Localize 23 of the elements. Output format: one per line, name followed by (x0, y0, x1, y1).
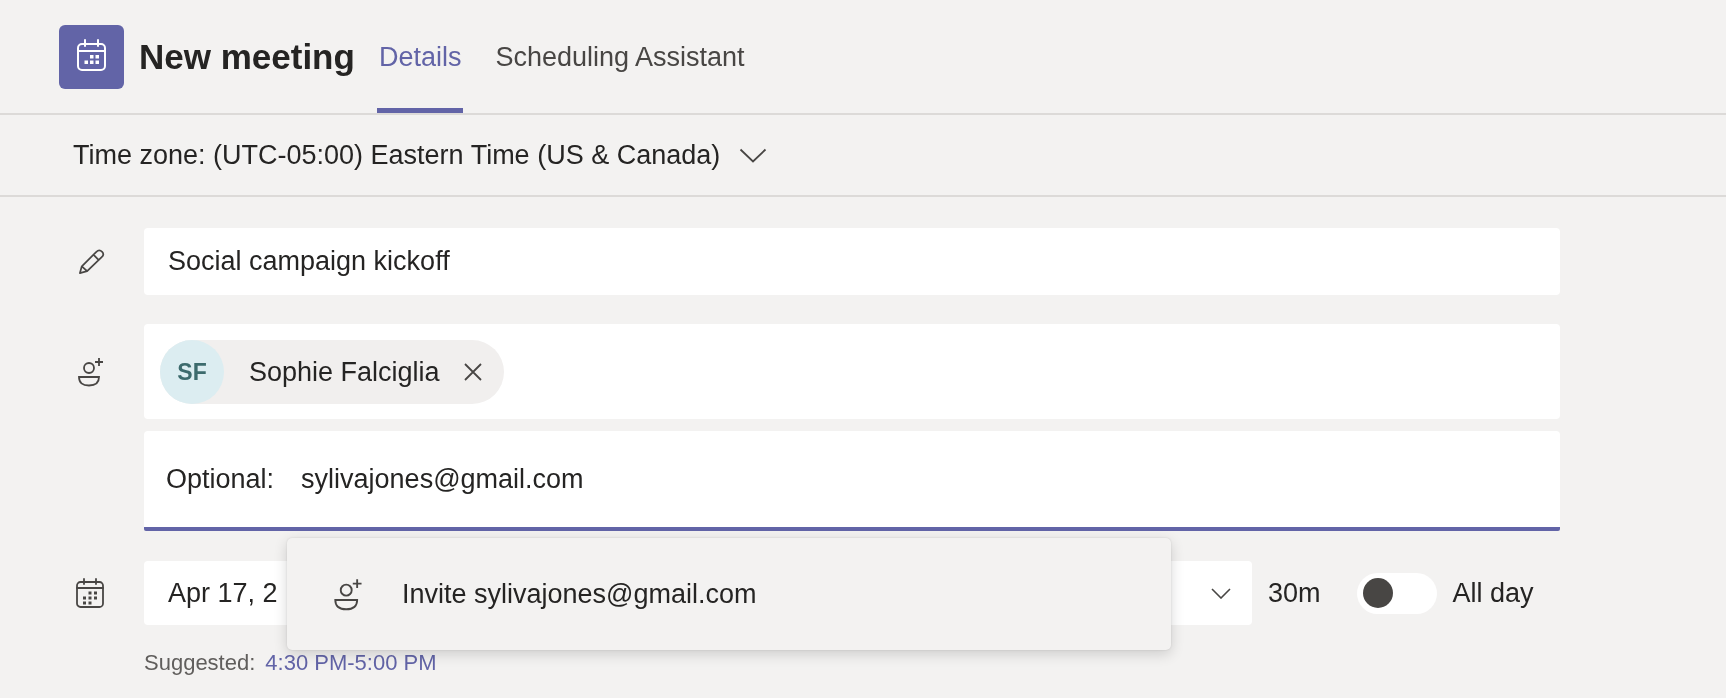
chevron-down-icon (739, 147, 768, 163)
suggested-label: Suggested: (144, 650, 256, 676)
meeting-title: New meeting (139, 36, 355, 77)
chevron-down-icon (1211, 587, 1231, 599)
all-day-label: All day (1452, 577, 1534, 609)
invite-suggestion[interactable]: Invite sylivajones@gmail.com (287, 538, 1171, 650)
close-icon (463, 363, 482, 381)
time-zone-dropdown[interactable]: Time zone: (UTC-05:00) Eastern Time (US & Canada) (73, 139, 768, 171)
calendar-icon (76, 578, 104, 608)
optional-attendees-field[interactable]: Optional: sylivajones@gmail.com (144, 431, 1560, 531)
tab[interactable]: Scheduling Assistant (493, 0, 747, 113)
duration-text: 30m (1268, 577, 1321, 609)
avatar: SF (160, 340, 224, 404)
calendar-icon (59, 24, 124, 89)
attendee-name: Sophie Falciglia (249, 356, 440, 388)
optional-value: sylivajones@gmail.com (301, 463, 584, 495)
all-day-toggle[interactable] (1356, 572, 1437, 614)
suggested-time-link[interactable]: 4:30 PM-5:00 PM (265, 650, 437, 676)
optional-label: Optional: (166, 463, 275, 495)
attendees-field[interactable]: SF Sophie Falciglia (144, 324, 1560, 419)
pencil-icon (76, 246, 107, 277)
tab[interactable]: Details (376, 0, 464, 113)
title-field[interactable]: Social campaign kickoff (144, 228, 1560, 295)
